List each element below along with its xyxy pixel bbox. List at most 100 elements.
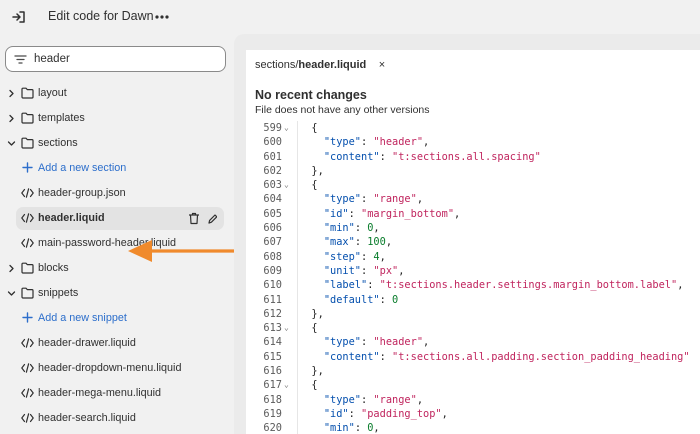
code-line: 618 "type": "range", bbox=[246, 393, 700, 407]
code-text: }, bbox=[299, 307, 324, 320]
tab-label: sections/header.liquid bbox=[255, 59, 367, 71]
tree-item-label: header.liquid bbox=[38, 212, 105, 224]
file-header-liquid[interactable]: header.liquid bbox=[0, 206, 234, 231]
tab-header-liquid[interactable]: sections/header.liquid × bbox=[246, 50, 396, 80]
code-line: 620 "min": 0, bbox=[246, 421, 700, 434]
line-number: 613 bbox=[263, 322, 282, 335]
code-text: { bbox=[299, 122, 318, 134]
chevron-right-icon[interactable] bbox=[7, 114, 16, 123]
folder-sections[interactable]: sections bbox=[0, 131, 234, 156]
tree-item-label: Add a new section bbox=[38, 162, 127, 174]
code-file-icon bbox=[21, 188, 34, 198]
tree-item-label: templates bbox=[38, 112, 85, 124]
code-line: 614 "type": "header", bbox=[246, 335, 700, 349]
chevron-down-icon[interactable] bbox=[7, 139, 16, 148]
code-line: 613 ⌄ { bbox=[246, 321, 700, 335]
code-file-icon bbox=[21, 363, 34, 373]
code-line: 616 }, bbox=[246, 364, 700, 378]
code-line: 615 "content": "t:sections.all.padding.s… bbox=[246, 350, 700, 364]
code-text: }, bbox=[299, 164, 324, 177]
fold-chevron-icon[interactable]: ⌄ bbox=[284, 178, 294, 192]
tree-item-label: sections bbox=[38, 137, 78, 149]
chevron-right-icon[interactable] bbox=[7, 89, 16, 98]
code-line: 608 "step": 4, bbox=[246, 250, 700, 264]
more-horizontal-icon bbox=[155, 15, 169, 19]
close-icon[interactable]: × bbox=[376, 59, 388, 71]
code-text: "type": "header", bbox=[323, 136, 430, 149]
line-number: 611 bbox=[263, 293, 282, 306]
more-actions-button[interactable] bbox=[152, 8, 172, 26]
code-text: { bbox=[299, 322, 318, 335]
file-header-group-json[interactable]: header-group.json bbox=[0, 181, 234, 206]
line-number: 603 bbox=[263, 179, 282, 192]
code-line: 602 }, bbox=[246, 164, 700, 178]
code-line: 601 "content": "t:sections.all.spacing" bbox=[246, 150, 700, 164]
code-text: "label": "t:sections.header.settings.mar… bbox=[323, 279, 684, 292]
file-header-dropdown-menu-liquid[interactable]: header-dropdown-menu.liquid bbox=[0, 356, 234, 381]
tree-item-label: snippets bbox=[38, 287, 79, 299]
folder-layout[interactable]: layout bbox=[0, 81, 234, 106]
code-file-icon bbox=[21, 213, 34, 223]
line-number: 601 bbox=[263, 150, 282, 163]
fold-chevron-icon[interactable]: ⌄ bbox=[284, 121, 294, 135]
code-text: "unit": "px", bbox=[323, 264, 405, 277]
line-number: 620 bbox=[263, 422, 282, 434]
line-number: 616 bbox=[263, 365, 282, 378]
top-bar: Edit code for Dawn bbox=[0, 0, 700, 34]
code-file-icon bbox=[21, 388, 34, 398]
folder-snippets[interactable]: snippets bbox=[0, 281, 234, 306]
tree-item-label: blocks bbox=[38, 262, 69, 274]
code-editor[interactable]: 599 ⌄ {600 "type": "header", 601 "content"… bbox=[246, 121, 700, 434]
line-number: 612 bbox=[263, 307, 282, 320]
fold-chevron-icon[interactable]: ⌄ bbox=[284, 378, 294, 392]
search-input[interactable] bbox=[34, 50, 219, 68]
code-file-icon bbox=[21, 338, 34, 348]
code-file-icon bbox=[21, 238, 34, 248]
code-line: 619 "id": "padding_top", bbox=[246, 407, 700, 421]
plus-icon bbox=[22, 162, 33, 173]
add-add-a-new-snippet[interactable]: Add a new snippet bbox=[0, 306, 234, 331]
line-number: 602 bbox=[263, 164, 282, 177]
line-number: 618 bbox=[263, 393, 282, 406]
line-number: 610 bbox=[263, 279, 282, 292]
chevron-right-icon[interactable] bbox=[7, 264, 16, 273]
line-number: 615 bbox=[263, 350, 282, 363]
code-text: "default": 0 bbox=[323, 293, 399, 306]
code-text: "min": 0, bbox=[323, 222, 380, 235]
tree-item-label: layout bbox=[38, 87, 67, 99]
line-number: 600 bbox=[263, 136, 282, 149]
folder-icon bbox=[21, 137, 34, 149]
folder-templates[interactable]: templates bbox=[0, 106, 234, 131]
rename-icon[interactable] bbox=[207, 212, 217, 225]
line-number: 619 bbox=[263, 407, 282, 420]
tree-item-label: header-group.json bbox=[38, 187, 126, 199]
code-line: 609 "unit": "px", bbox=[246, 264, 700, 278]
code-text: "min": 0, bbox=[323, 422, 380, 434]
code-line: 604 "type": "range", bbox=[246, 192, 700, 206]
code-text: "content": "t:sections.all.spacing" bbox=[323, 150, 541, 163]
fold-chevron-icon[interactable]: ⌄ bbox=[284, 321, 294, 335]
file-header-mega-menu-liquid[interactable]: header-mega-menu.liquid bbox=[0, 381, 234, 406]
code-text: "id": "margin_bottom", bbox=[323, 207, 461, 220]
delete-icon[interactable] bbox=[188, 212, 200, 225]
line-number: 605 bbox=[263, 207, 282, 220]
tree-item-label: header-dropdown-menu.liquid bbox=[38, 362, 182, 374]
code-line: 606 "min": 0, bbox=[246, 221, 700, 235]
code-text: "type": "range", bbox=[323, 393, 424, 406]
chevron-down-icon[interactable] bbox=[7, 289, 16, 298]
file-header-search-liquid[interactable]: header-search.liquid bbox=[0, 406, 234, 431]
exit-button[interactable] bbox=[10, 8, 28, 26]
file-header-drawer-liquid[interactable]: header-drawer.liquid bbox=[0, 331, 234, 356]
file-search[interactable] bbox=[5, 46, 226, 72]
code-line: 611 "default": 0 bbox=[246, 293, 700, 307]
plus-icon bbox=[22, 312, 33, 323]
code-line: 607 "max": 100, bbox=[246, 235, 700, 249]
tree-item-label: header-drawer.liquid bbox=[38, 337, 136, 349]
tree-item-label: Add a new snippet bbox=[38, 312, 127, 324]
code-text: { bbox=[299, 379, 318, 392]
add-add-a-new-section[interactable]: Add a new section bbox=[0, 156, 234, 181]
code-line: 610 "label": "t:sections.header.settings… bbox=[246, 278, 700, 292]
line-number: 599 bbox=[263, 122, 282, 134]
filter-icon bbox=[14, 55, 27, 64]
folder-icon bbox=[21, 287, 34, 299]
